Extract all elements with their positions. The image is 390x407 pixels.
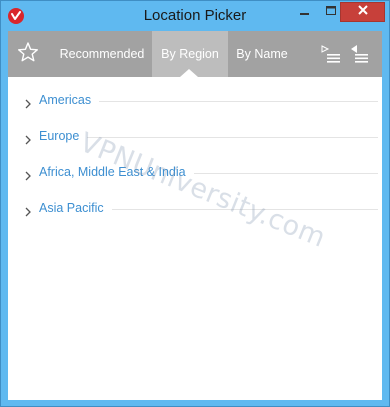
star-icon [17, 41, 39, 68]
location-picker-window: Location Picker Recommended By Region By… [0, 0, 390, 407]
collapse-all-button[interactable] [348, 43, 370, 65]
tab-by-region[interactable]: By Region [152, 31, 228, 77]
tab-by-name-label: By Name [236, 47, 288, 61]
chevron-right-icon[interactable] [23, 168, 33, 181]
collapse-all-icon [348, 45, 370, 69]
minimize-icon [300, 3, 310, 21]
region-label: Americas [39, 93, 100, 107]
minimize-button[interactable] [292, 2, 318, 22]
title-bar[interactable]: Location Picker [1, 1, 389, 31]
chevron-right-icon[interactable] [23, 96, 33, 109]
tab-by-name[interactable]: By Name [228, 31, 296, 77]
chevron-right-icon[interactable] [23, 204, 33, 217]
favorites-button[interactable] [16, 41, 40, 68]
tab-recommended-label: Recommended [59, 47, 145, 61]
selected-tab-indicator [180, 69, 198, 77]
client-area: Recommended By Region By Name Americas E… [8, 31, 382, 400]
expand-all-icon [320, 45, 342, 69]
expand-all-button[interactable] [320, 43, 342, 65]
close-icon [357, 3, 369, 21]
tab-bar: Recommended By Region By Name [8, 31, 382, 77]
tab-by-region-label: By Region [161, 47, 219, 61]
close-button[interactable] [340, 2, 385, 22]
tab-recommended[interactable]: Recommended [52, 31, 152, 77]
region-item-europe[interactable]: Europe [8, 127, 382, 147]
region-item-americas[interactable]: Americas [8, 91, 382, 111]
maximize-icon [326, 3, 336, 21]
chevron-right-icon[interactable] [23, 132, 33, 145]
region-label: Asia Pacific [39, 201, 112, 215]
